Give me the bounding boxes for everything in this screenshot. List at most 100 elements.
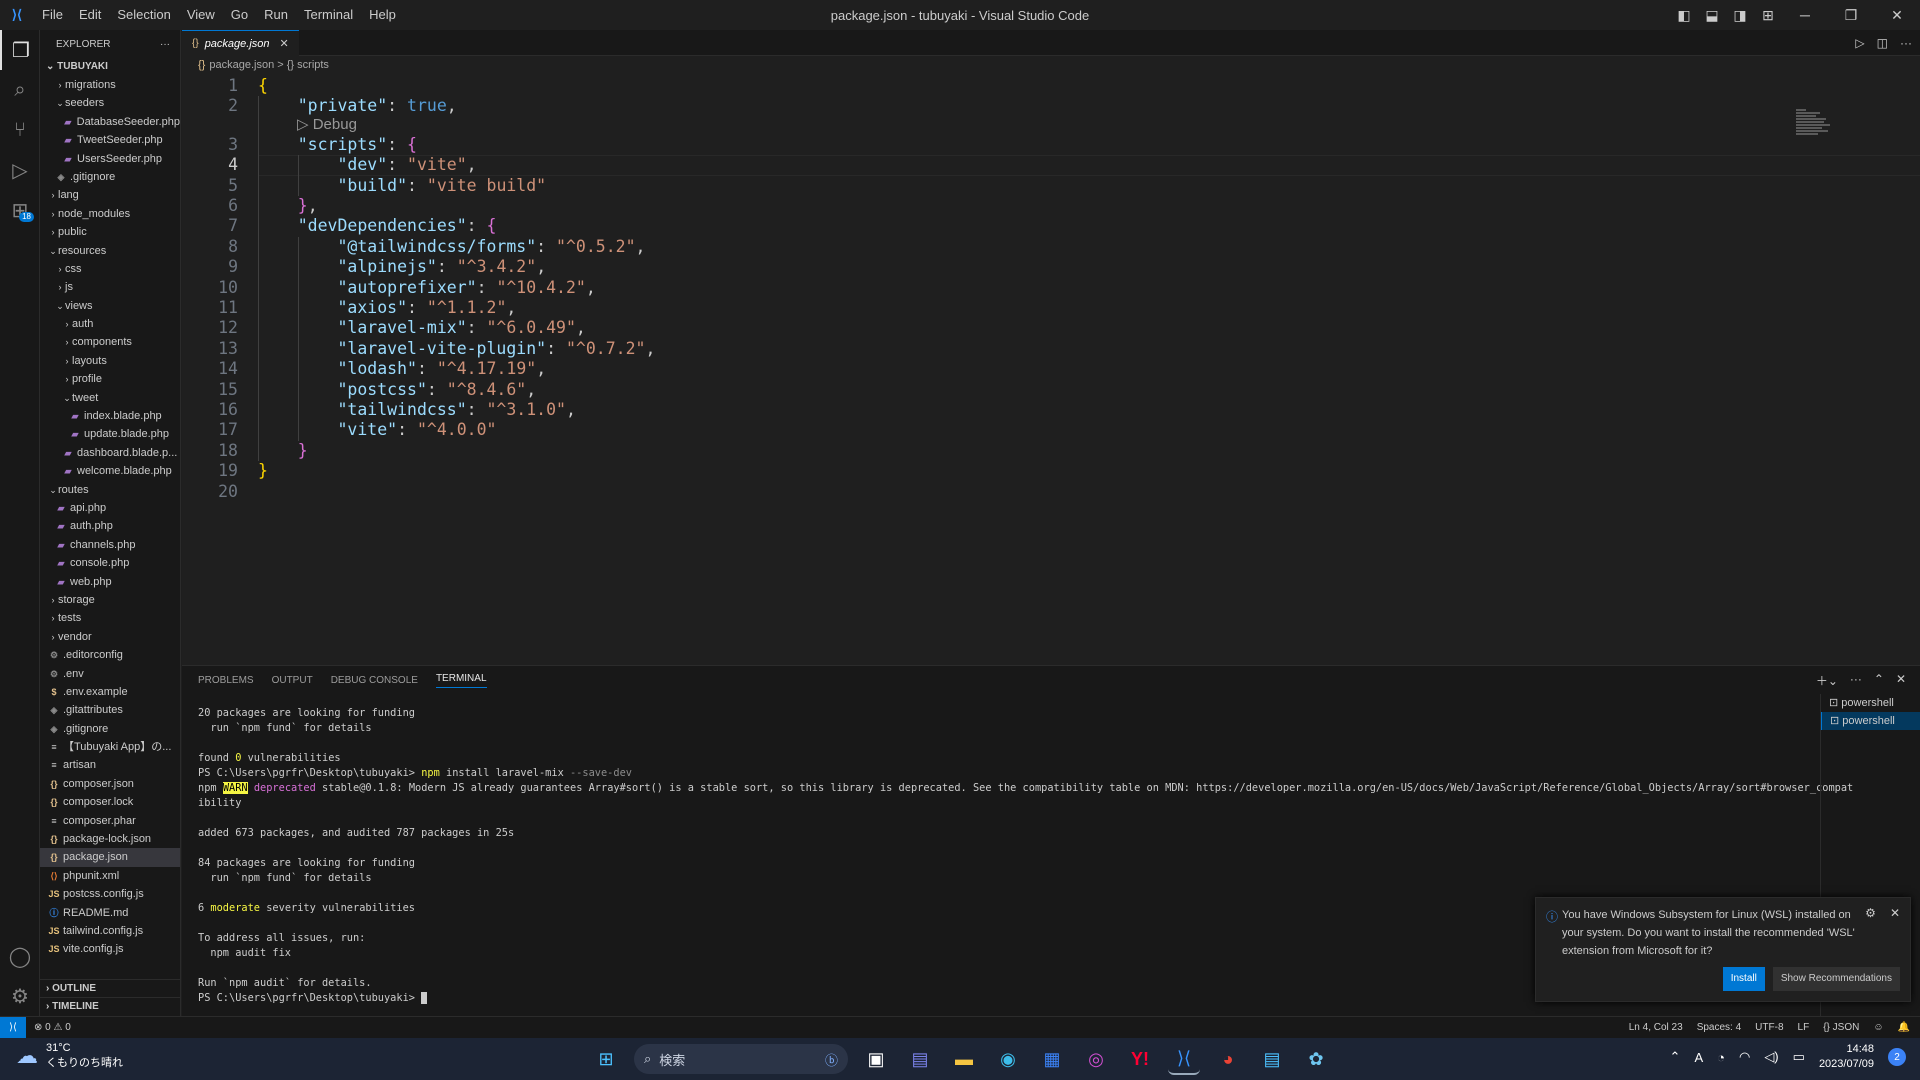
panel-tab-terminal[interactable]: TERMINAL <box>435 673 487 688</box>
file-item[interactable]: ▰ auth.php <box>40 517 180 535</box>
terminal-instance[interactable]: ⊡ powershell <box>1821 694 1920 712</box>
language-mode[interactable]: {} JSON <box>1823 1022 1859 1033</box>
folder-item[interactable]: › lang <box>40 186 180 204</box>
file-item[interactable]: {} package-lock.json <box>40 830 180 848</box>
new-terminal-icon[interactable]: ＋⌄ <box>1816 672 1838 689</box>
file-item[interactable]: ◈ .gitignore <box>40 168 180 186</box>
folder-item[interactable]: › vendor <box>40 628 180 646</box>
file-item[interactable]: ▰ UsersSeeder.php <box>40 150 180 168</box>
notification-settings-icon[interactable]: ⚙ <box>1865 906 1876 920</box>
cursor-position[interactable]: Ln 4, Col 23 <box>1629 1022 1683 1033</box>
terminal-instance[interactable]: ⊡ powershell <box>1821 712 1920 730</box>
file-item[interactable]: ≡ composer.phar <box>40 812 180 830</box>
chrome-icon[interactable]: ◕ <box>1212 1043 1244 1075</box>
battery-icon[interactable]: ▭ <box>1793 1049 1805 1065</box>
folder-item[interactable]: › css <box>40 260 180 278</box>
workspace-root[interactable]: ⌄ TUBUYAKI <box>40 58 180 76</box>
breadcrumb-node[interactable]: {} scripts <box>287 59 329 71</box>
remote-indicator-icon[interactable]: ⟩⟨ <box>0 1016 26 1039</box>
start-icon[interactable]: ⊞ <box>590 1043 622 1075</box>
folder-item[interactable]: › profile <box>40 370 180 388</box>
feedback-icon[interactable]: ☺ <box>1873 1022 1883 1033</box>
folder-item[interactable]: › public <box>40 223 180 241</box>
file-item[interactable]: {} package.json <box>40 848 180 867</box>
file-item[interactable]: ▰ dashboard.blade.p... <box>40 444 180 462</box>
wifi-icon[interactable]: ◠ <box>1739 1049 1750 1065</box>
folder-item[interactable]: ⌄ seeders <box>40 94 180 112</box>
file-item[interactable]: JS vite.config.js <box>40 940 180 958</box>
file-item[interactable]: $ .env.example <box>40 683 180 701</box>
notification-close-icon[interactable]: ✕ <box>1890 906 1900 920</box>
file-item[interactable]: ▰ TweetSeeder.php <box>40 131 180 149</box>
file-item[interactable]: ◈ .gitattributes <box>40 701 180 719</box>
breadcrumb-file[interactable]: package.json <box>209 59 274 71</box>
store-icon[interactable]: ▦ <box>1036 1043 1068 1075</box>
terminal-more-icon[interactable]: ··· <box>1850 672 1862 689</box>
customize-layout-icon[interactable]: ⊞ <box>1754 0 1782 30</box>
taskbar-search[interactable]: ⌕ 検索 ⓑ <box>634 1044 848 1074</box>
more-actions-icon[interactable]: ··· <box>160 39 170 50</box>
paint-icon[interactable]: ✿ <box>1300 1043 1332 1075</box>
menu-file[interactable]: File <box>34 0 71 30</box>
show-recommendations-button[interactable]: Show Recommendations <box>1772 967 1900 991</box>
file-item[interactable]: {} composer.json <box>40 775 180 793</box>
split-editor-icon[interactable]: ◫ <box>1877 36 1888 50</box>
file-item[interactable]: {} composer.lock <box>40 793 180 811</box>
tab-package-json[interactable]: {} package.json ✕ <box>182 30 299 56</box>
menu-run[interactable]: Run <box>256 0 296 30</box>
folder-item[interactable]: › auth <box>40 315 180 333</box>
close-tab-icon[interactable]: ✕ <box>280 37 289 50</box>
menu-edit[interactable]: Edit <box>71 0 109 30</box>
task-view-icon[interactable]: ▣ <box>860 1043 892 1075</box>
vscode-taskbar-icon[interactable]: ⟩⟨ <box>1168 1043 1200 1075</box>
close-panel-icon[interactable]: ✕ <box>1896 672 1906 689</box>
volume-icon[interactable]: ◁) <box>1764 1049 1778 1065</box>
run-debug-icon[interactable]: ▷ <box>0 150 40 190</box>
timeline-section[interactable]: › TIMELINE <box>40 997 180 1015</box>
more-editor-actions-icon[interactable]: ··· <box>1900 36 1912 50</box>
file-explorer-icon[interactable]: ▬ <box>948 1043 980 1075</box>
file-item[interactable]: ▰ welcome.blade.php <box>40 462 180 480</box>
extensions-icon[interactable]: ⊞ 18 <box>0 190 40 230</box>
file-item[interactable]: ▰ DatabaseSeeder.php <box>40 113 180 131</box>
folder-item[interactable]: › components <box>40 333 180 351</box>
file-item[interactable]: ▰ update.blade.php <box>40 425 180 443</box>
install-button[interactable]: Install <box>1722 967 1765 991</box>
restore-button[interactable]: ❐ <box>1828 0 1874 30</box>
file-item[interactable]: ▰ api.php <box>40 499 180 517</box>
manage-gear-icon[interactable]: ⚙ <box>0 976 40 1016</box>
eol-status[interactable]: LF <box>1798 1022 1810 1033</box>
folder-item[interactable]: › js <box>40 278 180 296</box>
panel-tab-debug-console[interactable]: DEBUG CONSOLE <box>331 675 418 686</box>
ime-icon[interactable]: A <box>1694 1050 1703 1065</box>
source-control-icon[interactable]: ⑂ <box>0 110 40 150</box>
accounts-icon[interactable]: ◯ <box>0 936 40 976</box>
file-item[interactable]: JS postcss.config.js <box>40 885 180 903</box>
toggle-secondary-sidebar-icon[interactable]: ◨ <box>1726 0 1754 30</box>
yahoo-icon[interactable]: Y! <box>1124 1043 1156 1075</box>
file-item[interactable]: ▰ web.php <box>40 573 180 591</box>
menu-terminal[interactable]: Terminal <box>296 0 361 30</box>
folder-item[interactable]: ⌄ routes <box>40 481 180 499</box>
file-item[interactable]: ⚙ .env <box>40 665 180 683</box>
menu-selection[interactable]: Selection <box>109 0 178 30</box>
folder-item[interactable]: › storage <box>40 591 180 609</box>
menu-view[interactable]: View <box>179 0 223 30</box>
maximize-panel-icon[interactable]: ⌃ <box>1874 672 1884 689</box>
indentation-status[interactable]: Spaces: 4 <box>1697 1022 1741 1033</box>
toggle-panel-icon[interactable]: ⬓ <box>1698 0 1726 30</box>
explorer-icon[interactable]: ❐ <box>0 30 40 70</box>
file-item[interactable]: ⟨⟩ phpunit.xml <box>40 867 180 885</box>
encoding-status[interactable]: UTF-8 <box>1755 1022 1783 1033</box>
notification-count-badge[interactable]: 2 <box>1888 1048 1906 1066</box>
debug-codelens[interactable]: ▷ Debug <box>297 115 357 133</box>
folder-item[interactable]: ⌄ tweet <box>40 389 180 407</box>
podcast-app-icon[interactable]: ◎ <box>1080 1043 1112 1075</box>
sync-icon[interactable]: ◔ <box>1717 1050 1725 1065</box>
teams-chat-icon[interactable]: ▤ <box>904 1043 936 1075</box>
file-item[interactable]: JS tailwind.config.js <box>40 922 180 940</box>
menu-go[interactable]: Go <box>223 0 256 30</box>
panel-tab-output[interactable]: OUTPUT <box>272 675 313 686</box>
file-item[interactable]: ⚙ .editorconfig <box>40 646 180 664</box>
search-icon[interactable]: ⌕ <box>0 70 40 110</box>
